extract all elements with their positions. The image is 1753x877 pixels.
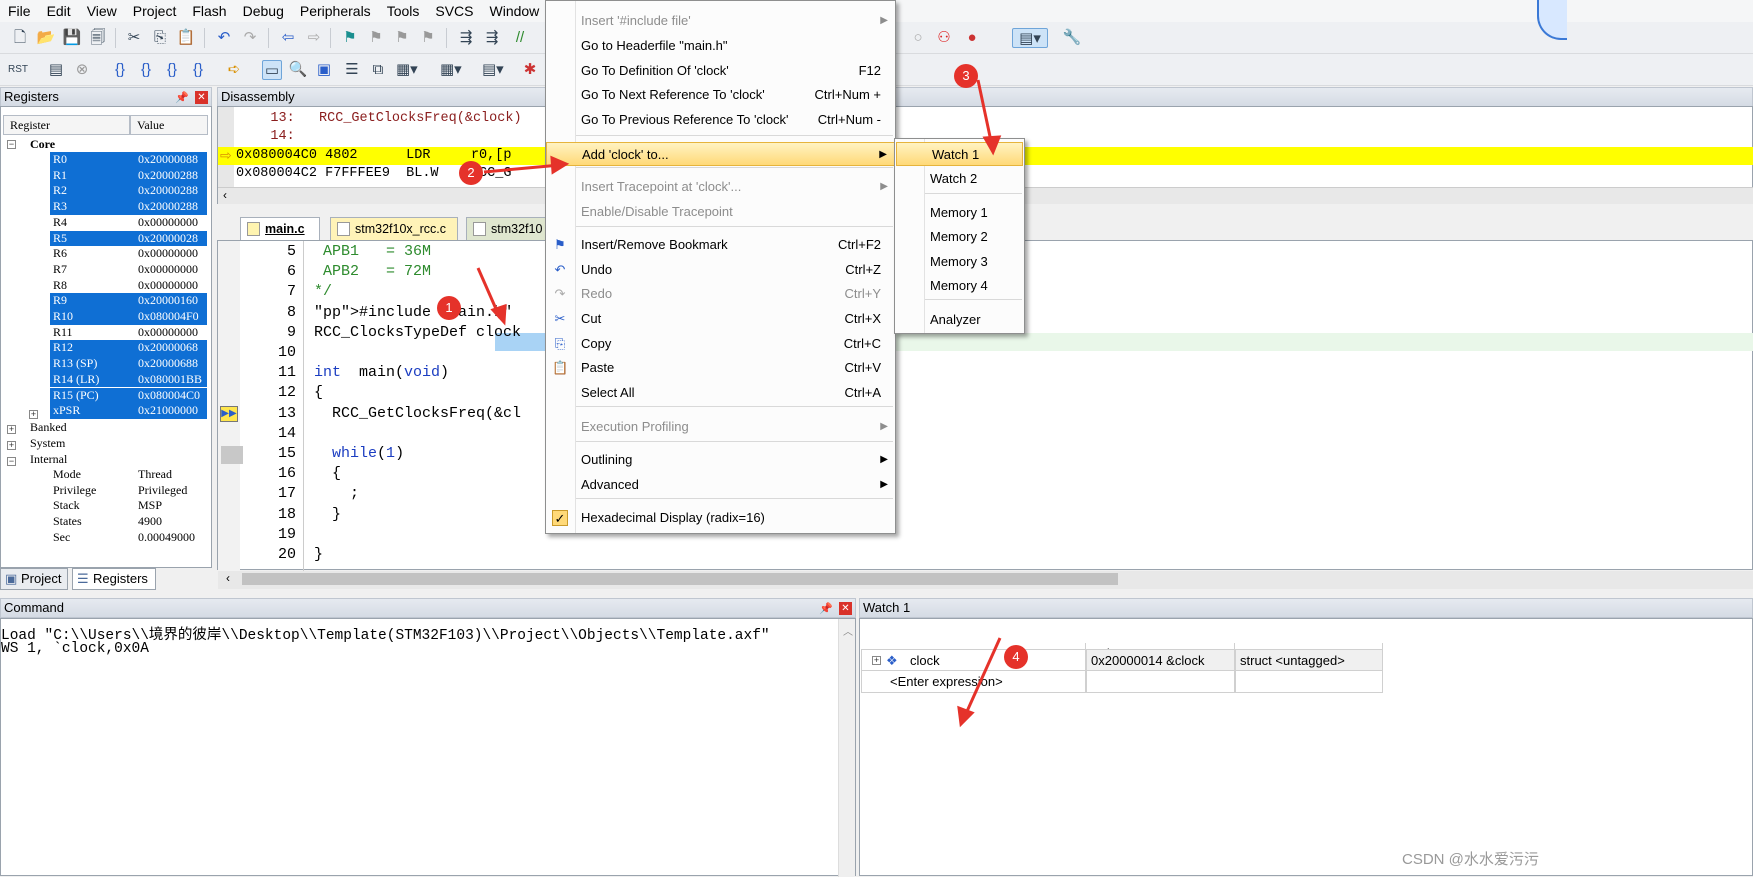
- badge-4: 4: [1004, 645, 1028, 669]
- arrow-2-head: [550, 155, 570, 175]
- arrow-4-head: [957, 705, 975, 728]
- arrow-4: [962, 637, 1002, 719]
- arrow-3-head: [982, 135, 1002, 156]
- watermark: CSDN @水水爱污污: [1402, 851, 1539, 868]
- badge-3: 3: [954, 64, 978, 88]
- annotation-arrows: [476, 79, 1002, 728]
- arrow-2: [483, 163, 561, 174]
- arrow-3: [976, 79, 994, 147]
- badge-2: 2: [459, 161, 483, 185]
- arrow-1-head: [490, 303, 507, 326]
- badge-1: 1: [437, 296, 461, 320]
